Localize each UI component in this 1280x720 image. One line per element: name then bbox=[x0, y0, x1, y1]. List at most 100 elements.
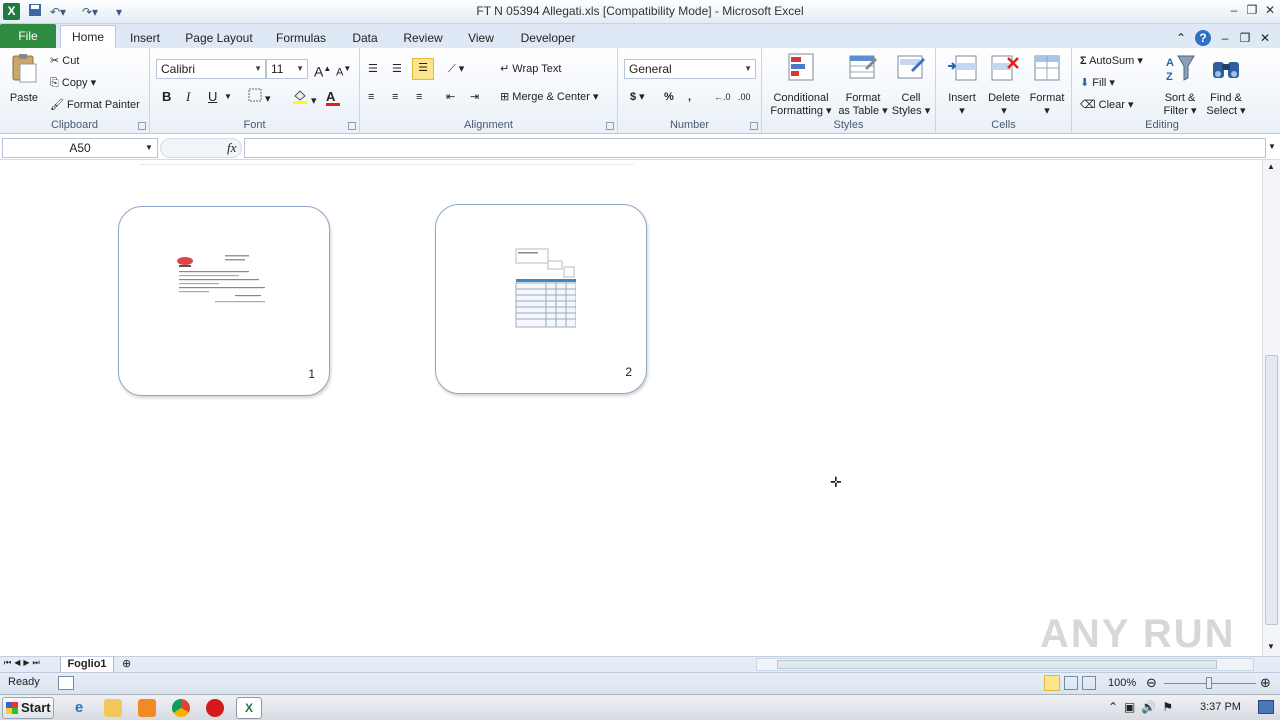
paste-button[interactable]: Paste bbox=[6, 52, 42, 105]
normal-view-icon[interactable] bbox=[1044, 675, 1060, 691]
font-size-select[interactable]: 11 ▼ bbox=[266, 59, 308, 79]
taskbar-clock[interactable]: 3:37 PM bbox=[1200, 701, 1241, 713]
sort-filter-button[interactable]: A Z Sort & Filter ▾ bbox=[1160, 52, 1200, 118]
formula-input[interactable] bbox=[244, 138, 1266, 158]
minimize-icon[interactable]: – bbox=[1226, 2, 1242, 18]
page-layout-view-icon[interactable] bbox=[1064, 676, 1078, 690]
percent-button[interactable]: % bbox=[664, 88, 674, 106]
tab-home[interactable]: Home bbox=[60, 25, 116, 48]
vertical-scroll-thumb[interactable] bbox=[1265, 355, 1278, 625]
expand-formula-bar-icon[interactable]: ▼ bbox=[1268, 142, 1276, 151]
align-right-icon[interactable]: ≡ bbox=[416, 88, 422, 106]
fill-button[interactable]: ⬇ Fill ▾ bbox=[1080, 74, 1115, 92]
increase-indent-icon[interactable]: ⇥ bbox=[470, 88, 479, 106]
cut-button[interactable]: ✂ Cut bbox=[50, 52, 79, 70]
borders-icon[interactable]: ▾ bbox=[248, 88, 271, 106]
excel-taskbar-icon[interactable]: X bbox=[236, 697, 262, 719]
alignment-launcher-icon[interactable] bbox=[606, 122, 614, 130]
fill-color-icon[interactable]: ▾ bbox=[292, 88, 317, 107]
conditional-formatting-button[interactable]: Conditional Formatting ▾ bbox=[766, 52, 836, 118]
macro-record-icon[interactable] bbox=[58, 676, 74, 690]
number-format-select[interactable]: General ▼ bbox=[624, 59, 756, 79]
insert-function-button[interactable]: fx bbox=[227, 140, 236, 156]
clipboard-launcher-icon[interactable] bbox=[138, 122, 146, 130]
restore-icon[interactable]: ❐ bbox=[1244, 2, 1260, 18]
copy-button[interactable]: ⎘ Copy ▾ bbox=[50, 74, 96, 92]
opera-icon[interactable] bbox=[206, 699, 224, 717]
tab-developer[interactable]: Developer bbox=[514, 28, 582, 48]
underline-button[interactable]: U bbox=[208, 88, 217, 106]
zoom-in-icon[interactable]: ⊕ bbox=[1260, 675, 1271, 691]
name-box-dropdown-icon[interactable]: ▼ bbox=[145, 143, 153, 152]
align-center-icon[interactable]: ≡ bbox=[392, 88, 398, 106]
scroll-up-icon[interactable]: ▲ bbox=[1267, 162, 1275, 171]
horizontal-scrollbar[interactable] bbox=[756, 658, 1254, 671]
scroll-down-icon[interactable]: ▼ bbox=[1267, 642, 1275, 651]
name-box[interactable]: A50 bbox=[2, 138, 158, 158]
align-middle-icon[interactable]: ☰ bbox=[392, 60, 402, 78]
chrome-icon[interactable] bbox=[172, 699, 190, 717]
currency-button[interactable]: $ ▾ bbox=[630, 88, 645, 106]
italic-button[interactable]: I bbox=[186, 88, 190, 106]
tab-data[interactable]: Data bbox=[344, 28, 386, 48]
insert-sheet-icon[interactable]: ⊕ bbox=[122, 657, 131, 670]
merge-center-button[interactable]: ⊞ Merge & Center ▾ bbox=[500, 88, 599, 106]
format-as-table-button[interactable]: Format as Table ▾ bbox=[838, 52, 888, 118]
sheet-navigation-icons[interactable]: ⏮◀▶⏭ bbox=[4, 658, 43, 668]
number-launcher-icon[interactable] bbox=[750, 122, 758, 130]
font-color-icon[interactable]: A bbox=[326, 88, 340, 106]
tab-view[interactable]: View bbox=[460, 28, 502, 48]
file-explorer-icon[interactable] bbox=[104, 699, 122, 717]
underline-dropdown-icon[interactable]: ▼ bbox=[224, 88, 232, 106]
system-tray-icons[interactable]: ⌃▣🔊⚑ bbox=[1108, 700, 1179, 714]
align-left-icon[interactable]: ≡ bbox=[368, 88, 374, 106]
tab-insert[interactable]: Insert bbox=[122, 28, 168, 48]
font-launcher-icon[interactable] bbox=[348, 122, 356, 130]
show-desktop-icon[interactable] bbox=[1258, 700, 1274, 714]
workbook-minimize-icon[interactable]: – bbox=[1218, 28, 1232, 48]
attachment-thumbnail-1[interactable]: 1 bbox=[118, 206, 330, 396]
internet-explorer-icon[interactable]: e bbox=[70, 699, 88, 717]
bold-button[interactable]: B bbox=[162, 88, 171, 106]
increase-decimal-icon[interactable]: ←.0 bbox=[714, 88, 731, 106]
tab-formulas[interactable]: Formulas bbox=[270, 28, 332, 48]
window-title: FT N 05394 Allegati.xls [Compatibility M… bbox=[476, 4, 804, 18]
workbook-close-icon[interactable]: ✕ bbox=[1258, 28, 1272, 48]
comma-button[interactable]: , bbox=[688, 88, 691, 106]
orientation-icon[interactable]: ⟋ ▾ bbox=[448, 60, 464, 78]
grow-font-icon[interactable]: A▲ bbox=[314, 60, 331, 80]
decrease-decimal-icon[interactable]: .00 bbox=[738, 88, 751, 106]
zoom-slider-thumb[interactable] bbox=[1206, 677, 1212, 689]
tab-file[interactable]: File bbox=[0, 24, 56, 48]
page-break-view-icon[interactable] bbox=[1082, 676, 1096, 690]
find-select-button[interactable]: Find & Select ▾ bbox=[1204, 52, 1248, 118]
start-button[interactable]: Start bbox=[2, 697, 54, 719]
decrease-indent-icon[interactable]: ⇤ bbox=[446, 88, 455, 106]
wrap-text-button[interactable]: ↵ Wrap Text bbox=[500, 60, 561, 78]
align-bottom-icon[interactable]: ☰ bbox=[412, 58, 434, 80]
clear-button[interactable]: ⌫ Clear ▾ bbox=[1080, 96, 1134, 114]
tab-page-layout[interactable]: Page Layout bbox=[180, 28, 258, 48]
attachment-thumbnail-2[interactable]: 2 bbox=[435, 204, 647, 394]
sheet-tab-foglio1[interactable]: Foglio1 bbox=[60, 657, 114, 673]
delete-cells-button[interactable]: Delete ▾ bbox=[984, 52, 1024, 118]
font-name-select[interactable]: Calibri ▼ bbox=[156, 59, 266, 79]
media-player-icon[interactable] bbox=[138, 699, 156, 717]
align-top-icon[interactable]: ☰ bbox=[368, 60, 378, 78]
format-painter-button[interactable]: 🖌 Format Painter bbox=[50, 96, 140, 114]
close-icon[interactable]: ✕ bbox=[1262, 2, 1278, 18]
ribbon-minimize-icon[interactable]: ⌃ bbox=[1174, 28, 1188, 48]
horizontal-scroll-thumb[interactable] bbox=[777, 660, 1217, 669]
workbook-restore-icon[interactable]: ❐ bbox=[1238, 28, 1252, 48]
autosum-button[interactable]: Σ AutoSum ▾ bbox=[1080, 52, 1143, 70]
worksheet-area[interactable]: 1 2 ✛ bbox=[0, 160, 1262, 656]
zoom-out-icon[interactable]: ⊖ bbox=[1146, 675, 1157, 691]
help-icon[interactable]: ? bbox=[1194, 28, 1212, 48]
cell-styles-button[interactable]: Cell Styles ▾ bbox=[890, 52, 932, 118]
tab-review[interactable]: Review bbox=[398, 28, 448, 48]
insert-cells-button[interactable]: Insert ▾ bbox=[942, 52, 982, 118]
zoom-level[interactable]: 100% bbox=[1108, 677, 1136, 689]
shrink-font-icon[interactable]: A▼ bbox=[336, 60, 351, 79]
format-cells-button[interactable]: Format ▾ bbox=[1026, 52, 1068, 118]
vertical-scrollbar[interactable]: ▲ ▼ bbox=[1262, 160, 1280, 656]
